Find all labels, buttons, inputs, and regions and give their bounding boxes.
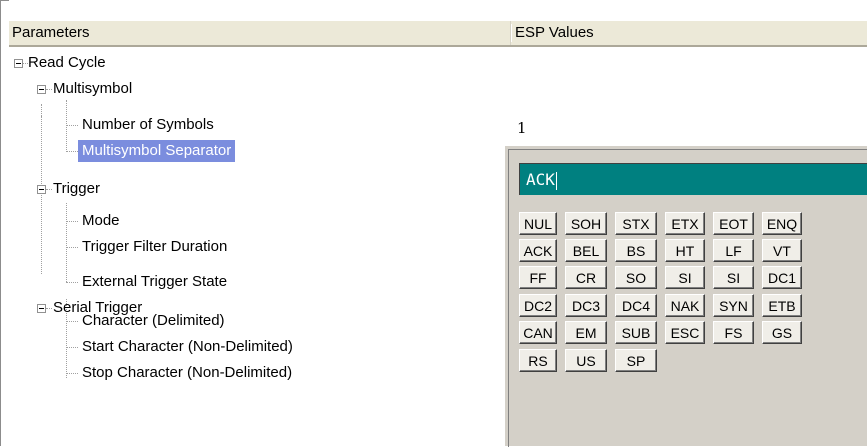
tree-label: Stop Character (Non-Delimited): [82, 364, 293, 381]
key-rs[interactable]: RS: [519, 349, 557, 372]
tree-row-external-trigger-state[interactable]: External Trigger State: [9, 269, 509, 295]
tree-label: Mode: [82, 212, 120, 229]
key-si[interactable]: SI: [713, 266, 754, 289]
key-ack[interactable]: ACK: [519, 239, 557, 262]
tree-row-mode[interactable]: Mode: [9, 208, 509, 234]
tree-line: [46, 189, 52, 190]
ascii-picker-popup: ACK NUL SOH STX ETX EOT ENQ ACK BEL BS HT LF VT FF CR…: [504, 145, 867, 447]
key-fs[interactable]: FS: [713, 321, 754, 344]
key-esc[interactable]: ESC: [665, 321, 705, 344]
tree-label: Trigger Filter Duration: [82, 238, 228, 255]
key-lf[interactable]: LF: [713, 239, 754, 262]
tree-row-number-of-symbols[interactable]: Number of Symbols: [9, 112, 509, 138]
picker-panel: ACK NUL SOH STX ETX EOT ENQ ACK BEL BS HT LF VT FF CR…: [508, 149, 867, 447]
header-esp-values[interactable]: ESP Values: [512, 21, 867, 45]
key-ht[interactable]: HT: [665, 239, 705, 262]
tree-label-selected: Multisymbol Separator: [78, 140, 236, 162]
key-bel[interactable]: BEL: [565, 239, 607, 262]
key-si[interactable]: SI: [665, 266, 705, 289]
number-of-symbols-value: 1: [517, 119, 527, 137]
tree-line: [46, 89, 52, 90]
key-enq[interactable]: ENQ: [762, 212, 802, 235]
tree-row-stop-character[interactable]: Stop Character (Non-Delimited): [9, 360, 509, 386]
tree-row-start-character[interactable]: Start Character (Non-Delimited): [9, 334, 509, 360]
tree-label: Number of Symbols: [82, 116, 214, 133]
key-syn[interactable]: SYN: [713, 294, 754, 317]
key-so[interactable]: SO: [615, 266, 657, 289]
key-nak[interactable]: NAK: [665, 294, 705, 317]
tree-label: Trigger: [53, 180, 100, 197]
key-vt[interactable]: VT: [762, 239, 802, 262]
parameter-tree: Read Cycle Multisymbol Number of Symbols…: [9, 46, 509, 445]
key-stx[interactable]: STX: [615, 212, 657, 235]
tree-label: Character (Delimited): [82, 312, 225, 329]
collapse-icon[interactable]: [37, 85, 46, 94]
key-etb[interactable]: ETB: [762, 294, 802, 317]
key-bs[interactable]: BS: [615, 239, 657, 262]
key-ff[interactable]: FF: [519, 266, 557, 289]
collapse-icon[interactable]: [14, 59, 23, 68]
key-dc4[interactable]: DC4: [615, 294, 657, 317]
collapse-icon[interactable]: [37, 185, 46, 194]
top-strip: [9, 0, 867, 20]
tree-row-trigger-filter-duration[interactable]: Trigger Filter Duration: [9, 234, 509, 260]
key-nul[interactable]: NUL: [519, 212, 557, 235]
key-us[interactable]: US: [565, 349, 607, 372]
text-caret: [555, 171, 557, 190]
tree-row-character-delimited[interactable]: Character (Delimited): [9, 308, 509, 334]
key-sub[interactable]: SUB: [615, 321, 657, 344]
tree-row-trigger[interactable]: Trigger: [9, 176, 509, 202]
key-dc2[interactable]: DC2: [519, 294, 557, 317]
key-em[interactable]: EM: [565, 321, 607, 344]
tree-label: Multisymbol: [53, 80, 133, 97]
key-gs[interactable]: GS: [762, 321, 802, 344]
column-header: Parameters ESP Values: [9, 20, 867, 47]
key-dc3[interactable]: DC3: [565, 294, 607, 317]
tree-row-read-cycle[interactable]: Read Cycle: [9, 50, 509, 76]
key-dc1[interactable]: DC1: [762, 266, 802, 289]
header-parameters[interactable]: Parameters: [9, 21, 512, 45]
key-eot[interactable]: EOT: [713, 212, 754, 235]
separator-value-field[interactable]: ACK: [519, 163, 867, 195]
separator-value-text: ACK: [526, 170, 555, 189]
tree-row-multisymbol[interactable]: Multisymbol: [9, 76, 509, 102]
tree-row-multisymbol-separator[interactable]: Multisymbol Separator: [9, 138, 509, 164]
key-sp[interactable]: SP: [615, 349, 657, 372]
tree-label: Start Character (Non-Delimited): [82, 338, 293, 355]
key-can[interactable]: CAN: [519, 321, 557, 344]
key-cr[interactable]: CR: [565, 266, 607, 289]
key-etx[interactable]: ETX: [665, 212, 705, 235]
tree-label: External Trigger State: [82, 273, 228, 290]
key-soh[interactable]: SOH: [565, 212, 607, 235]
tree-label: Read Cycle: [28, 54, 106, 71]
